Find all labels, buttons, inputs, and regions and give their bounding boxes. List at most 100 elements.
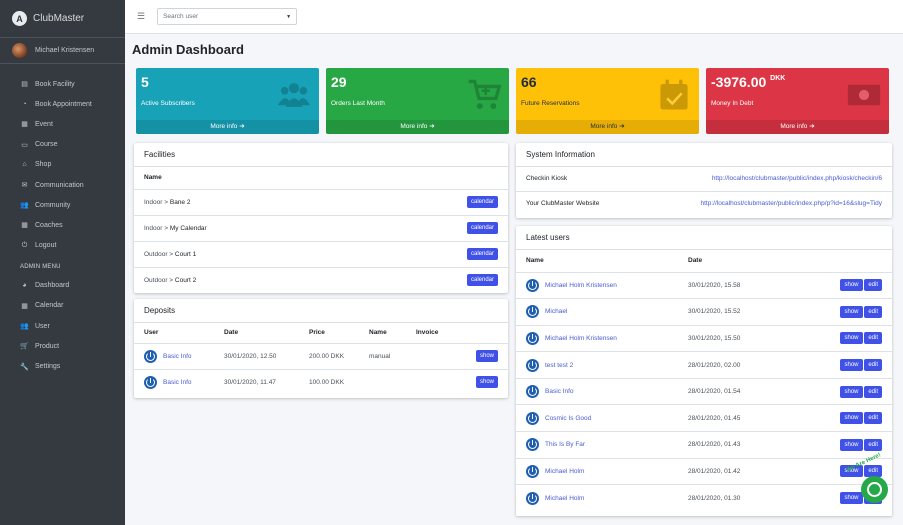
sidebar-item-calendar[interactable]: ▦ Calendar	[0, 296, 125, 316]
facility-name: Indoor > Bane 2	[134, 188, 366, 215]
avatar	[12, 43, 27, 58]
user-link[interactable]: Basic Info	[163, 379, 192, 386]
user-link[interactable]: Basic Info	[545, 388, 574, 395]
calendar-button[interactable]: calendar	[466, 196, 498, 208]
more-info-link[interactable]: More info ➔	[136, 120, 319, 134]
info-box: 5 Active Subscribers More info ➔	[136, 68, 319, 134]
arrow-circle-right-icon: ➔	[239, 123, 245, 130]
user-link[interactable]: test test 2	[545, 362, 573, 369]
sidebar-item-dashboard[interactable]: ◕ Dashboard	[0, 276, 125, 296]
calendar-button[interactable]: calendar	[466, 248, 498, 260]
system-info-url[interactable]: http://localhost/clubmaster/public/index…	[635, 190, 892, 215]
brand[interactable]: A ClubMaster	[0, 0, 125, 38]
users-col-date: Date	[688, 250, 791, 273]
user-link[interactable]: Michael	[545, 309, 567, 316]
show-button[interactable]: show	[475, 376, 498, 389]
user-link[interactable]: Michael Holm Kristensen	[545, 335, 617, 342]
table-row: Basic Info 28/01/2020, 01.54 show edit	[516, 377, 892, 405]
sidebar-item-communication[interactable]: ✉ Communication	[0, 175, 125, 195]
user-link[interactable]: This Is By Far	[545, 442, 585, 449]
edit-button[interactable]: edit	[864, 385, 882, 398]
system-info-url[interactable]: http://localhost/clubmaster/public/index…	[635, 167, 892, 191]
show-button[interactable]: show	[840, 385, 863, 398]
nav-item-label: User	[35, 322, 50, 330]
more-info-link[interactable]: More info ➔	[326, 120, 509, 134]
show-button[interactable]: show	[840, 305, 863, 318]
user-date: 28/01/2020, 01.43	[688, 431, 791, 459]
admin-menu-header: ADMIN MENU	[20, 263, 61, 270]
more-info-link[interactable]: More info ➔	[516, 120, 699, 134]
sidebar-item-book-facility[interactable]: ▤ Book Facility	[0, 74, 125, 94]
facilities-table: Name Indoor > Bane 2 calendar Indoor > My…	[134, 167, 508, 293]
more-info-link[interactable]: More info ➔	[706, 120, 889, 134]
user-date: 28/01/2020, 02.00	[688, 351, 791, 379]
sidebar-item-user[interactable]: 👥 User	[0, 316, 125, 336]
show-button[interactable]: show	[840, 412, 863, 425]
calendar-button[interactable]: calendar	[466, 274, 498, 287]
table-row: Cosmic Is Good 28/01/2020, 01.45 show ed…	[516, 404, 892, 432]
deposit-date: 30/01/2020, 12.50	[214, 342, 299, 369]
table-row: Outdoor > Court 1 calendar	[134, 240, 508, 267]
table-row: Michael Holm Kristensen 30/01/2020, 15.5…	[516, 324, 892, 352]
deposits-col-date: Date	[214, 323, 299, 344]
info-box-label: Orders Last Month	[331, 100, 385, 107]
user-link[interactable]: Basic Info	[163, 353, 192, 360]
table-row: Basic Info 30/01/2020, 12.50 200.00 DKK …	[134, 342, 508, 369]
info-box-label: Active Subscribers	[141, 100, 195, 107]
edit-button[interactable]: edit	[864, 438, 882, 451]
show-button[interactable]: show	[840, 492, 863, 505]
search-select[interactable]: Search user ▼	[157, 8, 298, 25]
sidebar-item-shop[interactable]: ⌂ Shop	[0, 155, 125, 175]
sidebar-item-coaches[interactable]: ▦ Coaches	[0, 215, 125, 235]
table-row: Checkin Kiosk http://localhost/clubmaste…	[516, 167, 892, 191]
power-icon	[526, 278, 539, 292]
show-button[interactable]: show	[475, 350, 498, 362]
user-link[interactable]: Cosmic Is Good	[545, 415, 591, 422]
arrow-circle-right-icon: ➔	[429, 123, 435, 130]
edit-button[interactable]: edit	[864, 412, 882, 425]
menu-toggle-icon[interactable]: ☰	[137, 11, 145, 22]
sidebar-item-event[interactable]: ▦ Event	[0, 114, 125, 134]
user-panel[interactable]: Michael Kristensen	[0, 38, 125, 64]
show-button[interactable]: show	[840, 279, 863, 292]
nav-item-label: Logout	[35, 242, 57, 250]
table-row: Outdoor > Court 2 calendar	[134, 266, 508, 293]
user-link[interactable]: Michael Holm Kristensen	[545, 282, 617, 289]
info-box-value: 29	[331, 74, 347, 90]
deposits-col-price: Price	[299, 323, 359, 344]
facilities-title: Facilities	[134, 143, 508, 167]
chevron-down-icon: ▼	[286, 13, 292, 20]
sidebar-item-settings[interactable]: 🔧 Settings	[0, 356, 125, 376]
info-box-value: -3976.00 DKK	[711, 74, 786, 90]
system-info-table: Checkin Kiosk http://localhost/clubmaste…	[516, 167, 892, 215]
sidebar-item-community[interactable]: 👥 Community	[0, 195, 125, 215]
nav-item-label: Coaches	[35, 221, 63, 229]
show-button[interactable]: show	[840, 438, 863, 451]
show-button[interactable]: show	[840, 359, 863, 372]
sidebar-item-book-appointment[interactable]: ◔ Book Appointment	[0, 94, 125, 114]
info-box: 66 Future Reservations More info ➔	[516, 68, 699, 134]
power-icon	[526, 358, 539, 372]
nav-item-label: Book Facility	[35, 80, 75, 88]
user-link[interactable]: Michael Holm	[545, 468, 584, 475]
sidebar-item-product[interactable]: 🛒 Product	[0, 336, 125, 356]
table-row: Michael Holm 28/01/2020, 01.30 show edit	[516, 484, 892, 512]
store-icon: ⌂	[22, 161, 27, 169]
table-row: Your ClubMaster Website http://localhost…	[516, 190, 892, 215]
edit-button[interactable]: edit	[864, 279, 882, 292]
edit-button[interactable]: edit	[864, 305, 882, 318]
user-link[interactable]: Michael Holm	[545, 495, 584, 502]
chat-button[interactable]	[861, 476, 888, 503]
show-button[interactable]: show	[840, 332, 863, 345]
brand-name: ClubMaster	[33, 13, 85, 24]
info-box-label: Money In Debt	[711, 100, 754, 107]
edit-button[interactable]: edit	[864, 359, 882, 372]
deposit-name	[359, 368, 406, 395]
money-icon	[847, 78, 881, 112]
sidebar-item-course[interactable]: ▭ Course	[0, 135, 125, 155]
sidebar-item-logout[interactable]: ⏻ Logout	[0, 236, 125, 256]
calendar-button[interactable]: calendar	[466, 222, 498, 234]
edit-button[interactable]: edit	[864, 332, 882, 345]
nav-item-label: Event	[35, 120, 53, 128]
deposits-col-user: User	[134, 323, 214, 344]
